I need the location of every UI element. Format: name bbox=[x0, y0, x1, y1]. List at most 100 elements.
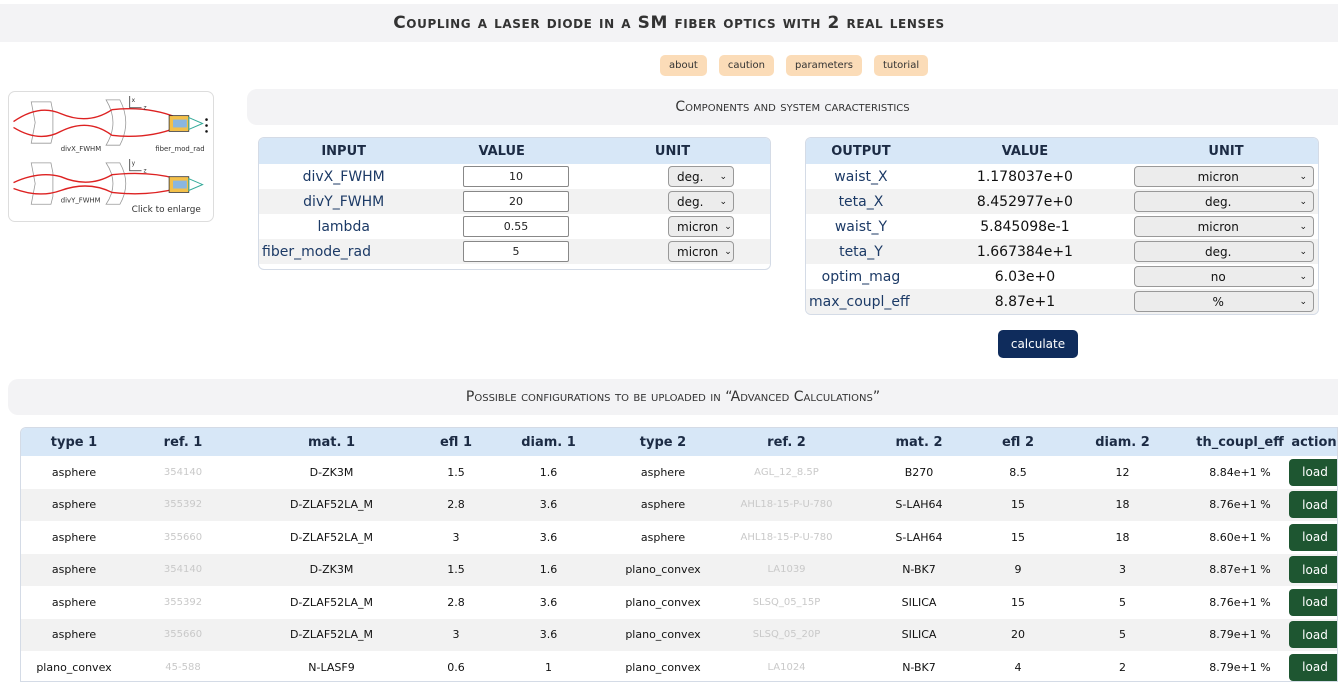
chevron-down-icon: ⌄ bbox=[719, 171, 727, 182]
cell-action: load bbox=[1289, 521, 1337, 554]
caution-button[interactable]: caution bbox=[718, 55, 774, 76]
output-header-unit: UNIT bbox=[1133, 138, 1318, 164]
load-button[interactable]: load bbox=[1289, 458, 1337, 486]
load-button[interactable]: load bbox=[1289, 653, 1337, 681]
output-label-teta-x: teta_X bbox=[806, 189, 916, 214]
chevron-down-icon: ⌄ bbox=[724, 221, 732, 232]
cell-type1: asphere bbox=[21, 553, 127, 586]
cell-diam1: 3.6 bbox=[488, 618, 609, 651]
output-value-optim-mag: 6.03e+0 bbox=[994, 268, 1056, 285]
cell-mat1: D-ZK3M bbox=[309, 465, 354, 479]
input-label-divy: divY_FWHM bbox=[259, 189, 429, 214]
svg-text:z: z bbox=[143, 169, 146, 175]
col-header-diam1: diam. 1 bbox=[488, 428, 609, 456]
chevron-down-icon: ⌄ bbox=[719, 196, 727, 207]
svg-text:y: y bbox=[132, 161, 136, 167]
parameters-button[interactable]: parameters bbox=[785, 55, 862, 76]
cell-diam2: 3 bbox=[1054, 553, 1191, 586]
max-coupl-eff-unit-value: % bbox=[1212, 294, 1224, 309]
col-header-action: action bbox=[1289, 428, 1337, 456]
cell-ref1: 355392 bbox=[127, 488, 239, 521]
output-label-teta-y: teta_Y bbox=[806, 239, 916, 264]
cell-ref1: 45-588 bbox=[165, 661, 201, 673]
thumb-label-divy: divY_FWHM bbox=[61, 196, 101, 204]
output-header-value: VALUE bbox=[915, 138, 1134, 164]
cell-efl2: 4 bbox=[1014, 660, 1022, 674]
col-header-mat1: mat. 1 bbox=[239, 428, 424, 456]
waist-y-unit-select[interactable]: micron ⌄ bbox=[1133, 216, 1314, 237]
cell-th-coupl-eff: 8.79e+1 % bbox=[1191, 618, 1289, 651]
lambda-unit-select[interactable]: micron ⌄ bbox=[668, 216, 734, 237]
load-button[interactable]: load bbox=[1289, 588, 1337, 616]
input-table: INPUT VALUE UNIT divX_FWHM deg. ⌄ divY_FW… bbox=[259, 138, 770, 264]
max-coupl-eff-unit-select[interactable]: % ⌄ bbox=[1133, 291, 1314, 312]
table-row: asphere 355392 D-ZLAF52LA_M 2.8 3.6 plano_con… bbox=[21, 586, 1337, 619]
input-label-divx: divX_FWHM bbox=[302, 168, 385, 185]
cell-mat1: N-LASF9 bbox=[308, 660, 355, 674]
load-button[interactable]: load bbox=[1289, 523, 1337, 551]
load-button[interactable]: load bbox=[1289, 556, 1337, 584]
chevron-down-icon: ⌄ bbox=[1299, 246, 1307, 257]
cell-mat1: D-ZLAF52LA_M bbox=[289, 530, 374, 544]
col-header-ref1: ref. 1 bbox=[127, 428, 239, 456]
output-label-optim-mag: optim_mag bbox=[821, 268, 901, 285]
tutorial-button[interactable]: tutorial bbox=[874, 55, 929, 76]
calculate-button[interactable]: calculate bbox=[998, 330, 1078, 358]
col-header-efl2: efl 2 bbox=[982, 428, 1054, 456]
table-row: asphere 355392 D-ZLAF52LA_M 2.8 3.6 asphere AH… bbox=[21, 488, 1337, 521]
schematic-thumbnail[interactable]: x z y z divX_FWHM fiber_mod_rad divY_FWH… bbox=[8, 91, 214, 222]
divy-fwhm-input[interactable] bbox=[463, 191, 569, 212]
teta-y-unit-select[interactable]: deg. ⌄ bbox=[1133, 241, 1314, 262]
cell-ref2: AHL18-15-P-U-780 bbox=[740, 531, 833, 543]
chevron-down-icon: ⌄ bbox=[724, 246, 732, 257]
cell-efl2: 20 bbox=[982, 618, 1054, 651]
output-value-waist-y: 5.845098e-1 bbox=[980, 218, 1070, 235]
optim-mag-unit-value: no bbox=[1210, 269, 1226, 284]
cell-type1: asphere bbox=[51, 465, 97, 479]
fiber-mode-rad-unit-select[interactable]: micron ⌄ bbox=[668, 241, 734, 262]
divx-fwhm-input[interactable] bbox=[463, 166, 569, 187]
cell-ref2: SLSQ_05_20P bbox=[717, 618, 856, 651]
output-table-panel: OUTPUT VALUE UNIT waist_X 1.178037e+0 mi… bbox=[805, 137, 1319, 315]
cell-efl1: 1.5 bbox=[447, 465, 465, 479]
configurations-section-header: Possible configurations to be uploaded i… bbox=[8, 379, 1338, 415]
input-header-unit: UNIT bbox=[575, 138, 770, 164]
output-value-waist-x: 1.178037e+0 bbox=[976, 168, 1073, 185]
output-label-waist-x: waist_X bbox=[834, 168, 888, 185]
cell-th-coupl-eff: 8.76e+1 % bbox=[1191, 488, 1289, 521]
optim-mag-unit-select[interactable]: no ⌄ bbox=[1133, 266, 1314, 287]
teta-x-unit-value: deg. bbox=[1204, 194, 1232, 209]
lambda-input[interactable] bbox=[463, 216, 569, 237]
cell-ref2: AHL18-15-P-U-780 bbox=[717, 488, 856, 521]
about-button[interactable]: about bbox=[660, 55, 707, 76]
cell-efl2: 8.5 bbox=[1009, 465, 1027, 479]
page-title: Coupling a laser diode in a SM fiber opt… bbox=[393, 13, 945, 33]
divy-unit-value: deg. bbox=[677, 194, 704, 209]
cell-diam2: 18 bbox=[1054, 488, 1191, 521]
cell-ref2: LA1024 bbox=[767, 661, 806, 673]
fiber-mode-rad-input[interactable] bbox=[463, 241, 569, 262]
col-header-efl1: efl 1 bbox=[424, 428, 488, 456]
components-section-header: Components and system caracteristics bbox=[247, 89, 1338, 125]
configurations-body: asphere 354140 D-ZK3M 1.5 1.6 asphere AGL_12_8… bbox=[21, 456, 1337, 681]
cell-efl1: 2.8 bbox=[447, 595, 465, 609]
input-table-panel: INPUT VALUE UNIT divX_FWHM deg. ⌄ divY_FW… bbox=[258, 137, 771, 270]
cell-efl2: 15 bbox=[1011, 530, 1025, 544]
cell-diam1: 1.6 bbox=[488, 553, 609, 586]
cell-mat1: D-ZLAF52LA_M bbox=[239, 488, 424, 521]
cell-action: load bbox=[1289, 618, 1337, 651]
waist-x-unit-select[interactable]: micron ⌄ bbox=[1133, 166, 1314, 187]
load-button[interactable]: load bbox=[1289, 621, 1337, 649]
cell-type1: asphere bbox=[51, 595, 97, 609]
table-row: asphere 354140 D-ZK3M 1.5 1.6 asphere AGL_12_8… bbox=[21, 456, 1337, 489]
table-row: asphere 355660 D-ZLAF52LA_M 3 3.6 asphere AHL1… bbox=[21, 521, 1337, 554]
cell-efl2: 15 bbox=[982, 488, 1054, 521]
waist-x-unit-value: micron bbox=[1197, 169, 1239, 184]
divy-unit-select[interactable]: deg. ⌄ bbox=[668, 191, 734, 212]
table-row: asphere 354140 D-ZK3M 1.5 1.6 plano_convex LA1… bbox=[21, 553, 1337, 586]
teta-x-unit-select[interactable]: deg. ⌄ bbox=[1133, 191, 1314, 212]
divx-unit-select[interactable]: deg. ⌄ bbox=[668, 166, 734, 187]
input-label-lambda: lambda bbox=[317, 218, 370, 235]
load-button[interactable]: load bbox=[1289, 491, 1337, 519]
optical-schematic-image: x z y z divX_FWHM fiber_mod_rad divY_FWH… bbox=[13, 95, 208, 215]
